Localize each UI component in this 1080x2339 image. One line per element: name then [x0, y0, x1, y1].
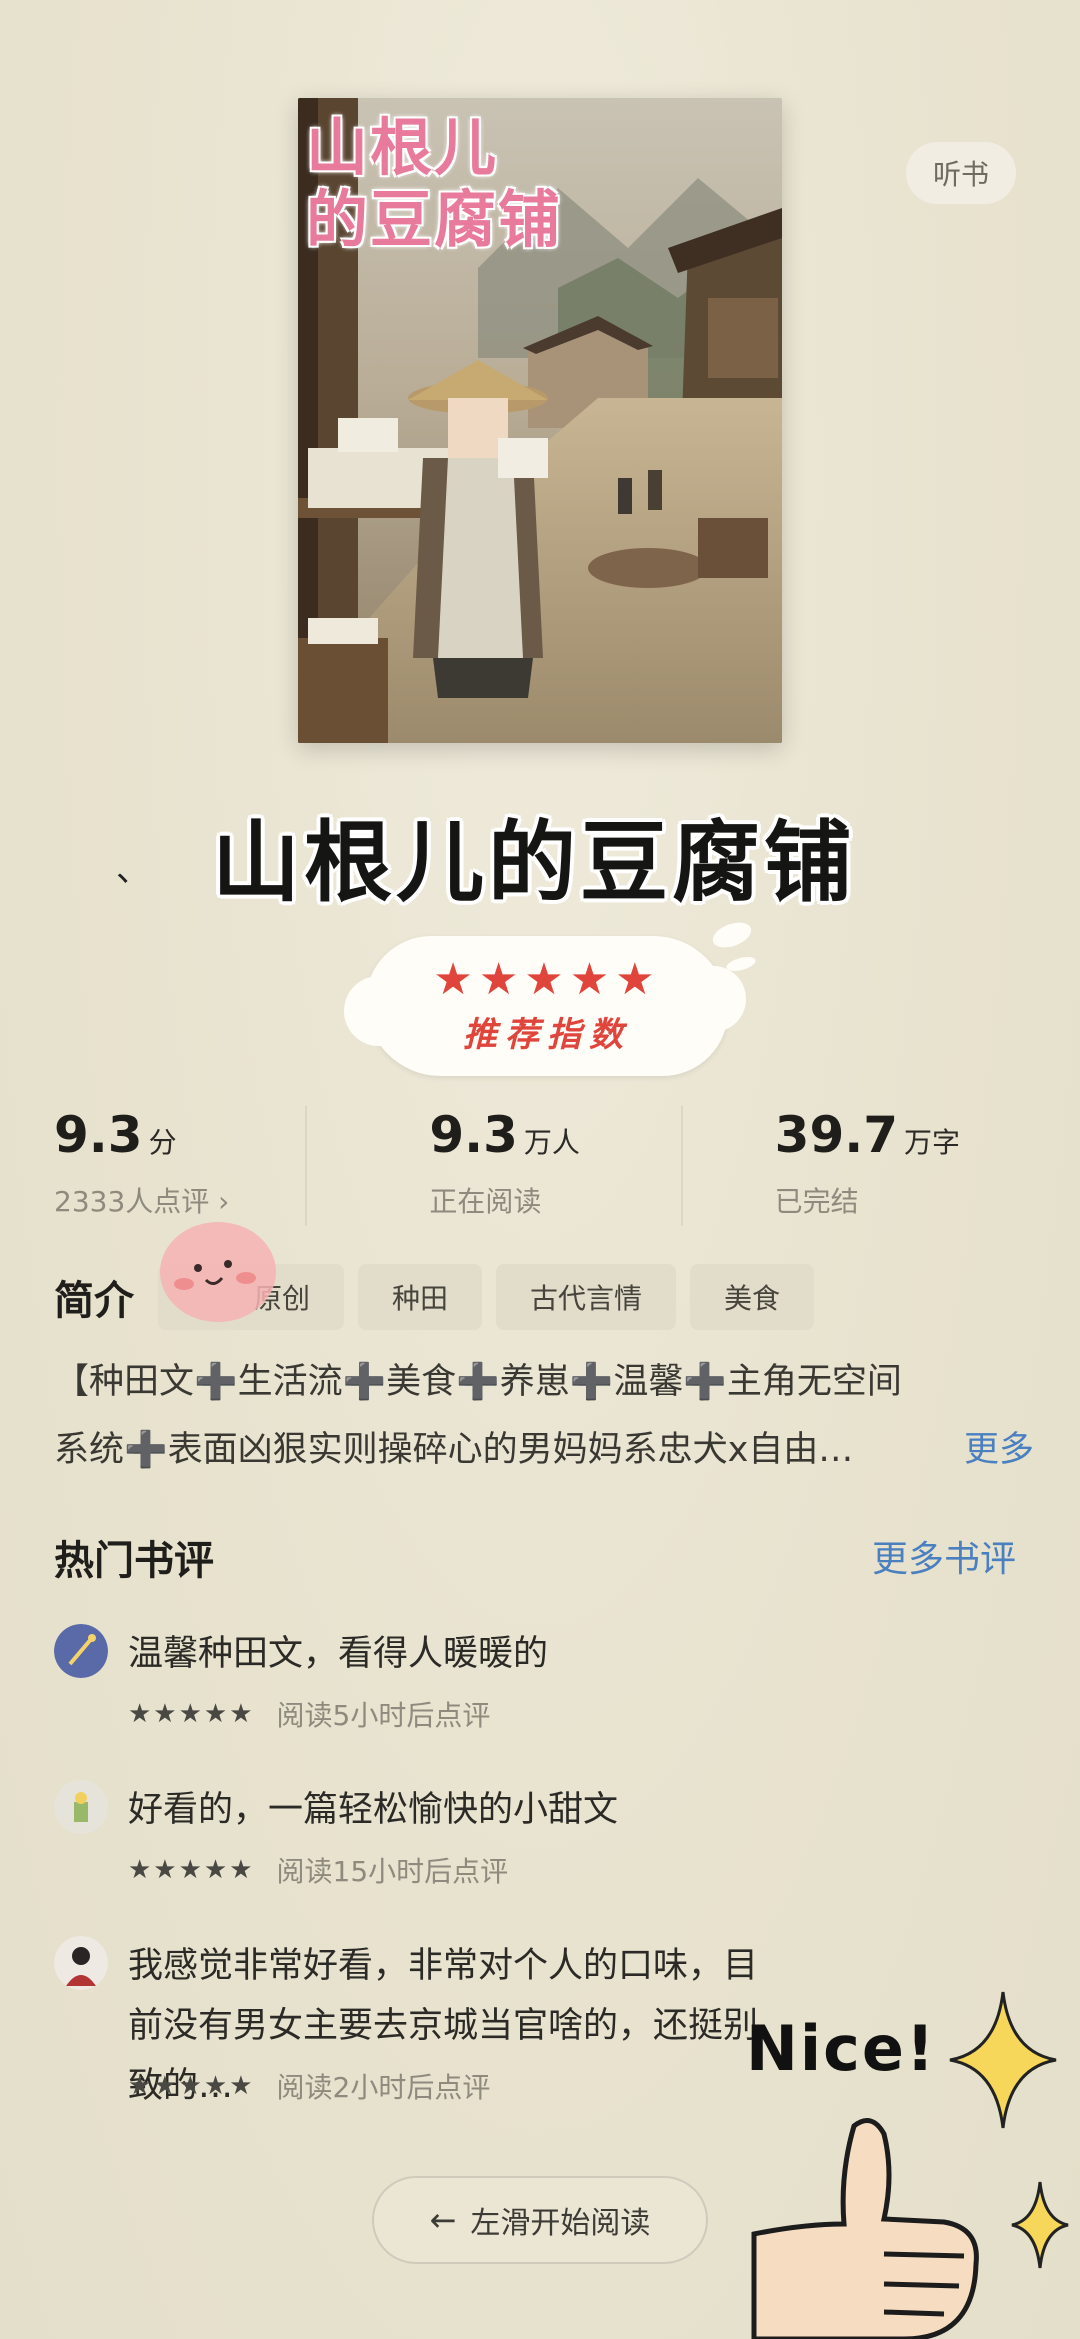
stat-caption: 已完结: [774, 1185, 859, 1218]
review-time: 阅读2小时后点评: [276, 2071, 491, 2104]
more-reviews-link[interactable]: 更多书评: [872, 1530, 1016, 1582]
stat-value: 9.3: [429, 1106, 518, 1164]
description-text: 【种田文➕生活流➕美食➕养崽➕温馨➕主角无空间系统➕表面凶狠实则操碎心的男妈妈系…: [54, 1362, 902, 1470]
stat-unit: 分: [148, 1126, 177, 1159]
nice-sticker-text: Nice!: [746, 2012, 937, 2085]
stat-unit: 万字: [904, 1126, 961, 1159]
recommend-stars: ★★★★★: [433, 953, 661, 1005]
avatar: [54, 1624, 108, 1678]
review-stars: ★★★★★: [128, 2071, 255, 2101]
review-time: 阅读15小时后点评: [276, 1855, 509, 1888]
start-reading-label: 左滑开始阅读: [470, 2206, 651, 2241]
recommend-label: 推荐指数: [463, 1014, 631, 1055]
blush-face-sticker: [160, 1222, 276, 1322]
stat-readers: 9.3 万人 正在阅读: [305, 1106, 683, 1226]
book-description[interactable]: 【种田文➕生活流➕美食➕养崽➕温馨➕主角无空间系统➕表面凶狠实则操碎心的男妈妈系…: [54, 1348, 1034, 1484]
tag-ancient-romance[interactable]: 古代言情: [496, 1264, 677, 1330]
start-reading-button[interactable]: ← 左滑开始阅读: [372, 2176, 708, 2264]
cover-title-art: 山根儿 的豆腐铺: [306, 111, 563, 256]
review-item[interactable]: 好看的，一篇轻松愉快的小甜文 ★★★★★ 阅读15小时后点评: [54, 1780, 1034, 1910]
listen-book-button[interactable]: 听书: [906, 142, 1016, 204]
tick-mark: 、: [116, 850, 150, 890]
stat-words: 39.7 万字 已完结: [683, 1106, 1026, 1226]
avatar: [54, 1936, 108, 1990]
sparkle-icon: [1011, 2181, 1069, 2269]
recommend-badge: ★★★★★ 推荐指数: [344, 936, 746, 1076]
stat-value: 39.7: [774, 1106, 899, 1164]
book-cover[interactable]: 山根儿 的豆腐铺: [298, 98, 782, 743]
review-meta: ★★★★★ 阅读2小时后点评: [128, 2066, 490, 2106]
stat-caption: 正在阅读: [429, 1185, 542, 1218]
tag-food[interactable]: 美食: [690, 1264, 815, 1330]
review-stars: ★★★★★: [128, 1855, 255, 1885]
review-text: 好看的，一篇轻松愉快的小甜文: [128, 1790, 619, 1830]
stat-score[interactable]: 9.3 分 2333人点评 ›: [54, 1106, 305, 1226]
review-text: 温馨种田文，看得人暖暖的: [128, 1634, 549, 1674]
description-more-link[interactable]: 更多: [964, 1416, 1034, 1484]
book-title: 山根儿的豆腐铺: [212, 811, 857, 914]
arrow-left-icon: ←: [429, 2201, 457, 2239]
thumbs-up-icon: [751, 2118, 979, 2339]
intro-label: 简介: [54, 1278, 134, 1324]
stat-value: 9.3: [54, 1106, 143, 1164]
stats-row: 9.3 分 2333人点评 › 9.3 万人 正在阅读 39.7 万字 已完结: [54, 1106, 1026, 1226]
review-meta: ★★★★★ 阅读15小时后点评: [128, 1850, 508, 1890]
review-time: 阅读5小时后点评: [276, 1699, 491, 1732]
review-stars: ★★★★★: [128, 1699, 255, 1729]
avatar: [54, 1780, 108, 1834]
review-item[interactable]: 温馨种田文，看得人暖暖的 ★★★★★ 阅读5小时后点评: [54, 1624, 1034, 1754]
tag-farming[interactable]: 种田: [358, 1264, 483, 1330]
reviews-title: 热门书评: [54, 1538, 214, 1584]
stat-unit: 万人: [523, 1126, 580, 1159]
review-meta: ★★★★★ 阅读5小时后点评: [128, 1694, 490, 1734]
